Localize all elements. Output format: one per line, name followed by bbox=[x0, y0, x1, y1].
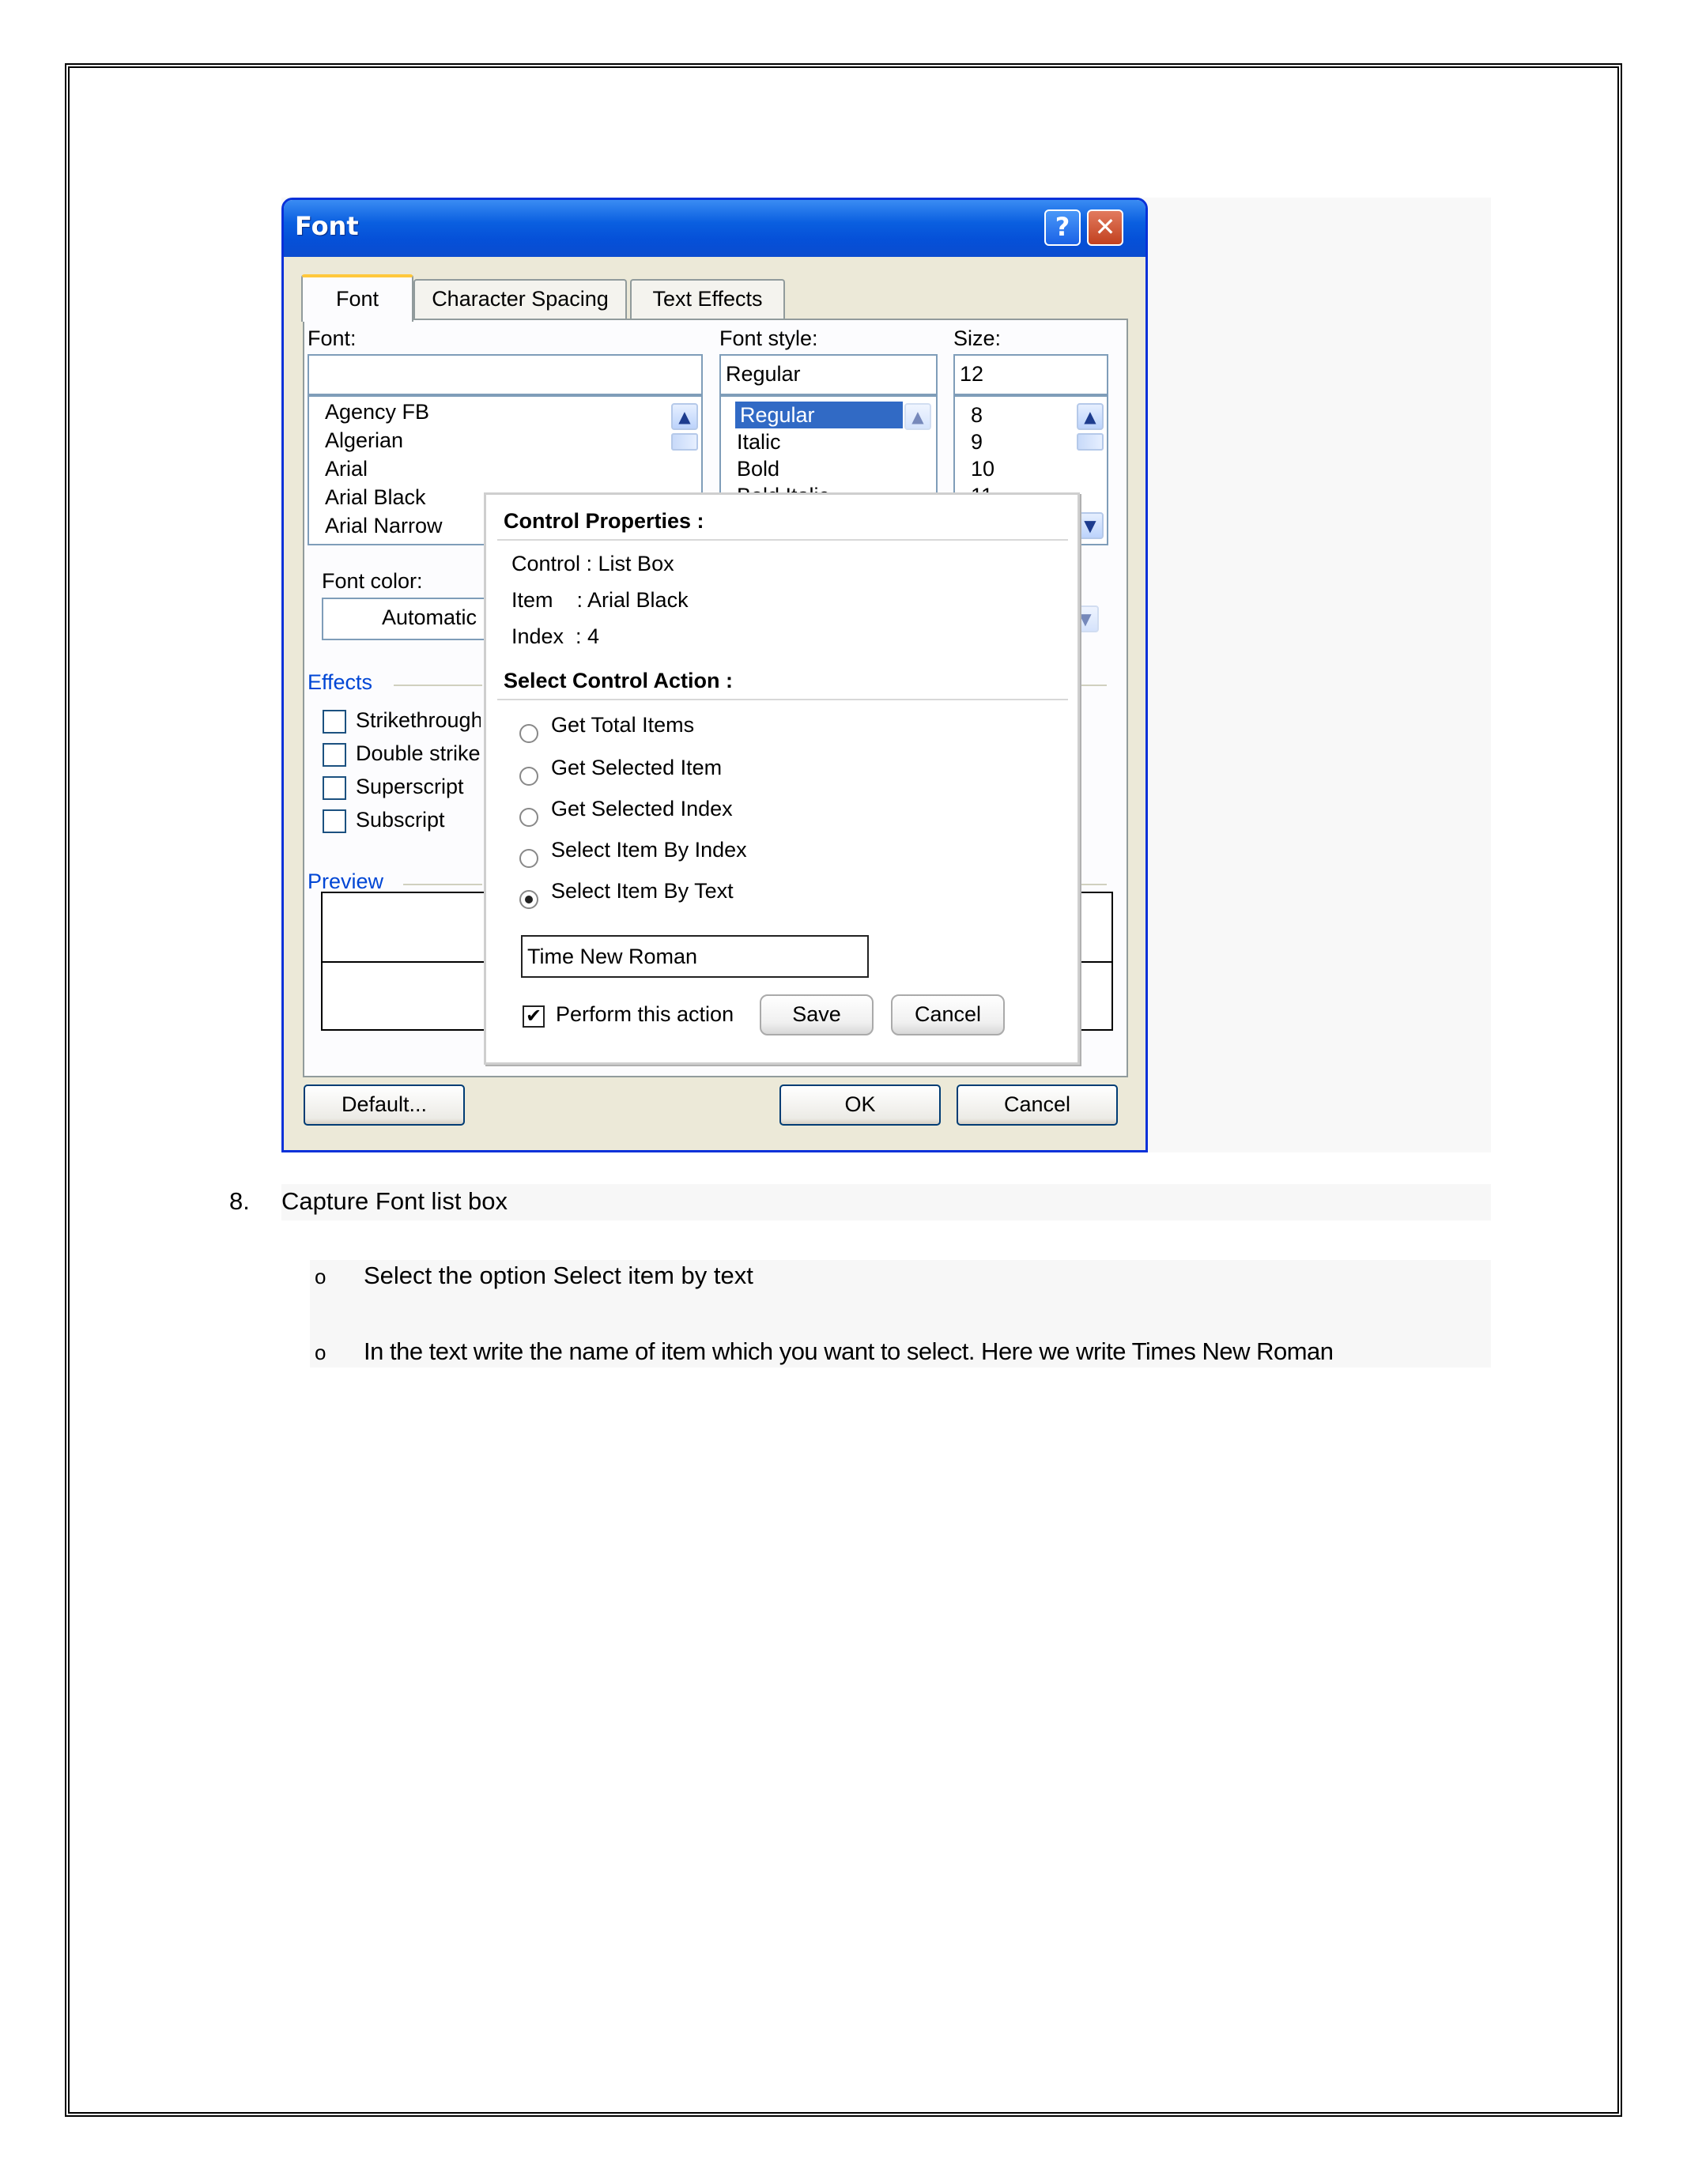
radio-label: Select Item By Index bbox=[551, 838, 747, 862]
index-text: Index : 4 bbox=[511, 624, 600, 648]
group-divider bbox=[1080, 685, 1107, 686]
scrollbar-thumb[interactable] bbox=[671, 433, 698, 451]
list-item[interactable]: 9 bbox=[971, 428, 983, 455]
radio-label: Get Total Items bbox=[551, 713, 695, 737]
control-properties-panel: Control Properties : Control : List Box … bbox=[484, 492, 1080, 1065]
save-button[interactable]: Save bbox=[760, 994, 874, 1035]
scroll-down-icon[interactable]: ▼ bbox=[1077, 512, 1104, 539]
list-item-selected[interactable]: Regular bbox=[735, 402, 903, 428]
select-action-title: Select Control Action : bbox=[504, 669, 734, 692]
checkbox-label: Superscript bbox=[356, 775, 464, 798]
size-input[interactable]: 12 bbox=[953, 354, 1108, 395]
list-item[interactable]: Bold bbox=[737, 455, 779, 482]
group-divider bbox=[394, 685, 482, 686]
double-strike-checkbox[interactable] bbox=[323, 743, 346, 767]
group-divider bbox=[1080, 884, 1107, 885]
checkmark-icon: ✔ bbox=[525, 1005, 542, 1027]
step-text: Capture Font list box bbox=[281, 1187, 508, 1215]
radio-label: Get Selected Item bbox=[551, 756, 723, 779]
font-input[interactable] bbox=[308, 354, 703, 395]
tab-font[interactable]: Font bbox=[301, 274, 413, 322]
scroll-up-icon[interactable]: ▲ bbox=[671, 403, 698, 430]
preview-group-label: Preview bbox=[308, 869, 384, 893]
divider bbox=[497, 699, 1068, 700]
list-item[interactable]: Arial bbox=[325, 455, 368, 482]
radio-select-item-by-index[interactable] bbox=[519, 849, 538, 868]
bullet-text: Select the option Select item by text bbox=[364, 1262, 753, 1289]
checkbox-label: Double strike bbox=[356, 741, 481, 765]
list-item[interactable]: Italic bbox=[737, 428, 781, 455]
superscript-checkbox[interactable] bbox=[323, 776, 346, 800]
ok-button[interactable]: OK bbox=[779, 1084, 941, 1126]
list-item[interactable]: Algerian bbox=[325, 427, 403, 454]
bullet-marker: o bbox=[315, 1265, 326, 1288]
divider bbox=[497, 539, 1068, 541]
radio-select-item-by-text[interactable] bbox=[519, 890, 538, 909]
radio-get-selected-index[interactable] bbox=[519, 808, 538, 827]
dialog-cancel-button[interactable]: Cancel bbox=[957, 1084, 1118, 1126]
group-divider bbox=[403, 884, 482, 885]
radio-label: Get Selected Index bbox=[551, 797, 733, 820]
strikethrough-checkbox[interactable] bbox=[323, 710, 346, 734]
checkbox-label: Subscript bbox=[356, 808, 445, 832]
font-color-select[interactable]: Automatic bbox=[322, 598, 511, 640]
list-item[interactable]: Agency FB bbox=[325, 398, 429, 425]
control-properties-title: Control Properties : bbox=[504, 509, 704, 533]
bullet-marker: o bbox=[315, 1341, 326, 1364]
list-item[interactable]: Arial Narrow bbox=[325, 512, 443, 539]
scrollbar-thumb[interactable] bbox=[1077, 433, 1104, 451]
scroll-up-icon[interactable]: ▲ bbox=[1077, 403, 1104, 430]
dialog-title: Font bbox=[295, 211, 359, 241]
perform-action-label: Perform this action bbox=[556, 1002, 734, 1026]
help-icon[interactable]: ? bbox=[1044, 209, 1081, 246]
list-item[interactable]: 10 bbox=[971, 455, 994, 482]
radio-get-selected-item[interactable] bbox=[519, 767, 538, 786]
subscript-checkbox[interactable] bbox=[323, 809, 346, 833]
control-type-text: Control : List Box bbox=[511, 552, 674, 575]
font-label: Font: bbox=[308, 326, 357, 350]
default-button[interactable]: Default... bbox=[304, 1084, 465, 1126]
step-number: 8. bbox=[229, 1187, 250, 1215]
font-color-label: Font color: bbox=[322, 569, 423, 593]
radio-get-total-items[interactable] bbox=[519, 724, 538, 743]
font-style-input[interactable]: Regular bbox=[719, 354, 938, 395]
tab-text-effects[interactable]: Text Effects bbox=[630, 279, 785, 320]
title-bar[interactable]: Font ? ✕ bbox=[284, 200, 1145, 257]
effects-group-label: Effects bbox=[308, 670, 373, 694]
tab-character-spacing[interactable]: Character Spacing bbox=[413, 279, 627, 320]
close-icon[interactable]: ✕ bbox=[1087, 209, 1123, 246]
size-label: Size: bbox=[953, 326, 1002, 350]
scroll-up-icon[interactable]: ▲ bbox=[904, 403, 931, 430]
perform-action-checkbox[interactable]: ✔ bbox=[523, 1005, 545, 1028]
item-text: Item : Arial Black bbox=[511, 588, 689, 612]
list-item[interactable]: Arial Black bbox=[325, 484, 426, 511]
item-text-input[interactable]: Time New Roman bbox=[521, 935, 869, 978]
bullet-text: In the text write the name of item which… bbox=[364, 1337, 1334, 1365]
popup-cancel-button[interactable]: Cancel bbox=[891, 994, 1005, 1035]
list-item[interactable]: 8 bbox=[971, 402, 983, 428]
font-style-label: Font style: bbox=[719, 326, 818, 350]
font-style-listbox[interactable]: Regular Italic Bold Bold Italic ▲ bbox=[719, 395, 938, 498]
radio-label: Select Item By Text bbox=[551, 879, 734, 903]
checkbox-label: Strikethrough bbox=[356, 708, 481, 732]
